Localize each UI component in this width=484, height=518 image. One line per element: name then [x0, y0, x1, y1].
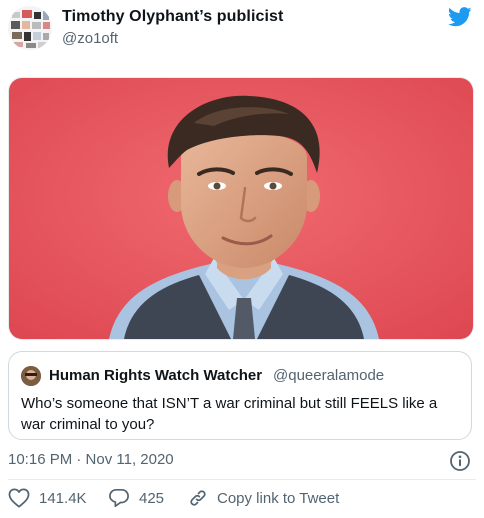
- tweet-photo[interactable]: [8, 77, 474, 340]
- link-icon: [190, 490, 206, 506]
- tweet-actions: 141.4K 425 Copy link to Tweet: [0, 488, 484, 514]
- like-button[interactable]: 141.4K: [8, 488, 87, 508]
- author-handle[interactable]: @zo1oft: [62, 30, 118, 47]
- copy-link-label: Copy link to Tweet: [217, 489, 340, 507]
- reply-count: 425: [139, 489, 165, 507]
- quoted-tweet-text: Who’s someone that ISN’T a war criminal …: [21, 395, 438, 433]
- tweet-timestamp[interactable]: 10:16 PM · Nov 11, 2020: [8, 451, 174, 468]
- quoted-author-handle[interactable]: @queeralamode: [273, 367, 384, 384]
- twitter-bird-icon[interactable]: [448, 6, 472, 28]
- reply-icon: [109, 488, 129, 508]
- copy-link-button[interactable]: Copy link to Tweet: [188, 488, 339, 508]
- quoted-author-name[interactable]: Human Rights Watch Watcher: [49, 367, 262, 384]
- heart-icon: [8, 488, 30, 508]
- quoted-author-avatar[interactable]: [21, 366, 41, 386]
- author-name[interactable]: Timothy Olyphant’s publicist: [62, 8, 284, 26]
- author-avatar[interactable]: [8, 6, 52, 50]
- divider: [8, 479, 476, 480]
- quoted-tweet[interactable]: Human Rights Watch Watcher @queeralamode…: [8, 351, 472, 440]
- reply-button[interactable]: 425: [108, 488, 164, 508]
- tweet-header: Timothy Olyphant’s publicist @zo1oft: [0, 0, 484, 68]
- info-icon[interactable]: [449, 450, 471, 472]
- like-count: 141.4K: [39, 489, 87, 507]
